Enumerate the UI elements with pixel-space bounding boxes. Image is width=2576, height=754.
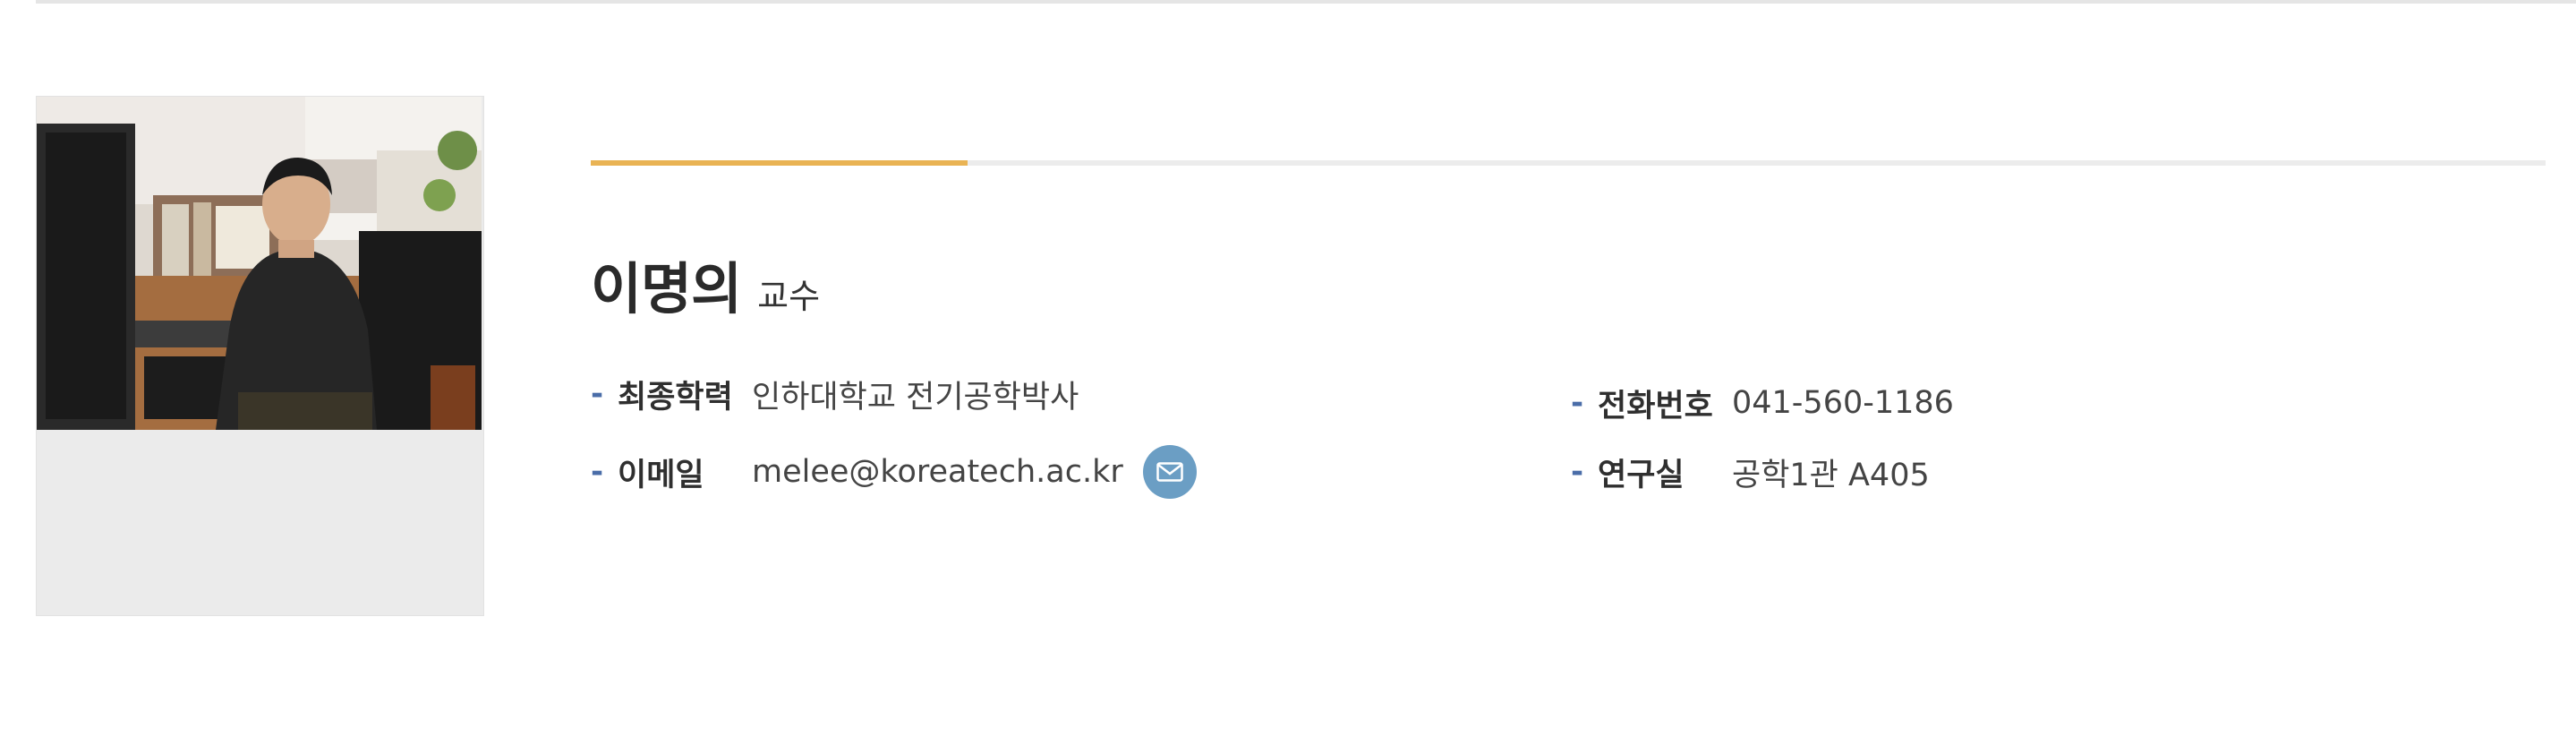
bullet-dash: -: [591, 454, 604, 490]
profile-header: 이명의 교수: [591, 244, 820, 324]
info-email: - 이메일 melee@koreatech.ac.kr: [591, 445, 1197, 499]
bullet-dash: -: [1571, 454, 1584, 490]
office-label: 연구실: [1598, 457, 1685, 493]
send-email-button[interactable]: [1142, 445, 1197, 499]
phone-value: 041-560-1186: [1732, 385, 1954, 421]
professor-name: 이명의: [591, 256, 742, 321]
section-divider: [591, 160, 2546, 166]
email-value[interactable]: melee@koreatech.ac.kr: [752, 454, 1123, 490]
education-value: 인하대학교 전기공학박사: [752, 379, 1079, 416]
email-label: 이메일: [618, 457, 704, 493]
bullet-dash: -: [1571, 385, 1584, 421]
profile-photo: [37, 97, 482, 430]
info-office: - 연구실 공학1관 A405: [1571, 445, 1930, 499]
envelope-icon: [1156, 462, 1183, 482]
office-value: 공학1관 A405: [1732, 457, 1930, 493]
education-label: 최종학력: [618, 379, 733, 416]
profile-photo-frame: [36, 96, 484, 616]
info-education: - 최종학력 인하대학교 전기공학박사: [591, 367, 1079, 421]
section-divider-accent: [591, 160, 968, 166]
bullet-dash: -: [591, 376, 604, 412]
info-phone: - 전화번호 041-560-1186: [1571, 376, 1954, 430]
top-divider: [36, 0, 2576, 4]
phone-label: 전화번호: [1598, 388, 1713, 424]
professor-position: 교수: [757, 277, 821, 316]
